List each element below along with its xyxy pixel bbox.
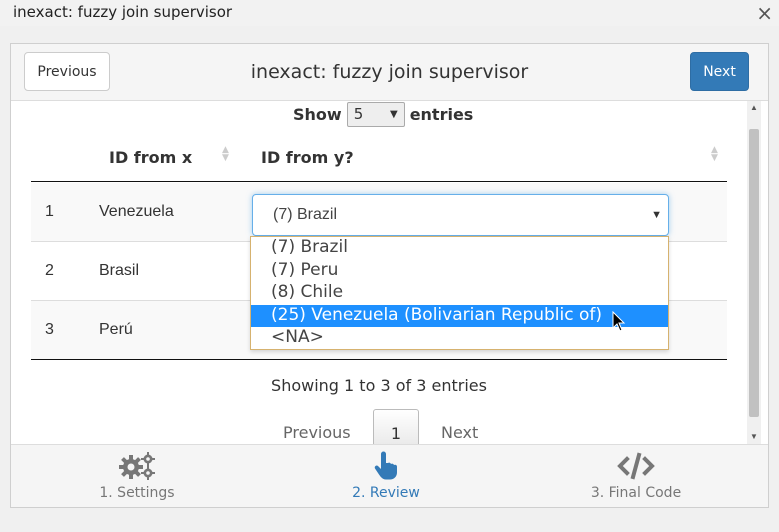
mouse-cursor-icon (612, 311, 626, 332)
show-label: Show (293, 104, 342, 124)
dropdown-option-highlighted[interactable]: (25) Venezuela (Bolivarian Republic of) (251, 304, 668, 327)
tab-final-code[interactable]: 3. Final Code (546, 451, 726, 501)
column-header-id-y[interactable]: ID from y? (261, 148, 354, 167)
tab-settings-label: 1. Settings (99, 485, 175, 501)
entries-label: entries (409, 104, 474, 124)
close-icon[interactable]: × (756, 1, 773, 25)
gadget-header: Previous inexact: fuzzy join supervisor … (11, 44, 768, 101)
table-header: ID from x ▲ ▼ ID from y? ▲ ▼ (31, 136, 727, 182)
id-from-x: Brasil (99, 262, 140, 279)
dropdown-option[interactable]: (8) Chile (251, 282, 668, 305)
row-number: 3 (45, 321, 54, 338)
tab-final-code-label: 3. Final Code (590, 485, 682, 501)
window-titlebar: inexact: fuzzy join supervisor × (0, 0, 779, 26)
table-row: 1 Venezuela (7) Brazil ▼ (31, 183, 727, 242)
tab-settings[interactable]: 1. Settings (47, 451, 227, 501)
entries-select-value: 5 (353, 104, 364, 123)
id-from-y-value: (7) Brazil (273, 206, 338, 223)
scroll-thumb[interactable] (749, 129, 759, 417)
scroll-up-icon[interactable]: ▲ (747, 101, 761, 115)
tab-review-label: 2. Review (352, 485, 420, 501)
hand-pointer-icon (374, 451, 397, 480)
dropdown-option[interactable]: (7) Brazil (251, 237, 668, 260)
page-title: inexact: fuzzy join supervisor (250, 61, 529, 83)
row-number: 1 (45, 203, 54, 220)
row-number: 2 (45, 262, 54, 279)
code-icon (617, 452, 655, 480)
chevron-down-icon: ▼ (389, 108, 398, 120)
pagination-page-1[interactable]: 1 (373, 409, 419, 444)
step-tabs: 1. Settings 2. Review 3. Final Code (11, 444, 768, 507)
entries-select[interactable]: 5 ▼ (346, 101, 405, 127)
scroll-down-icon[interactable]: ▼ (747, 430, 761, 444)
id-from-x: Perú (99, 321, 133, 338)
column-header-id-x[interactable]: ID from x (109, 148, 192, 167)
dropdown-option[interactable]: <NA> (251, 327, 668, 349)
tab-review[interactable]: 2. Review (296, 451, 476, 501)
id-from-y-select[interactable]: (7) Brazil ▼ (252, 194, 669, 236)
table-info: Showing 1 to 3 of 3 entries (271, 376, 487, 395)
sort-icon[interactable]: ▲ ▼ (711, 146, 718, 163)
id-from-y-dropdown: (7) Brazil (7) Peru (8) Chile (25) Venez… (250, 236, 669, 350)
pagination-previous[interactable]: Previous (283, 423, 351, 442)
pagination-next[interactable]: Next (441, 423, 478, 442)
next-button[interactable]: Next (690, 52, 749, 91)
id-from-x: Venezuela (99, 203, 174, 220)
gears-icon (119, 452, 155, 480)
length-menu: Show 5 ▼ entries (293, 101, 473, 127)
window-title: inexact: fuzzy join supervisor (13, 3, 233, 21)
scrollbar[interactable]: ▲ ▼ (747, 101, 761, 444)
sort-icon[interactable]: ▲ ▼ (222, 146, 229, 163)
chevron-down-icon: ▼ (651, 209, 662, 221)
dropdown-option[interactable]: (7) Peru (251, 260, 668, 283)
